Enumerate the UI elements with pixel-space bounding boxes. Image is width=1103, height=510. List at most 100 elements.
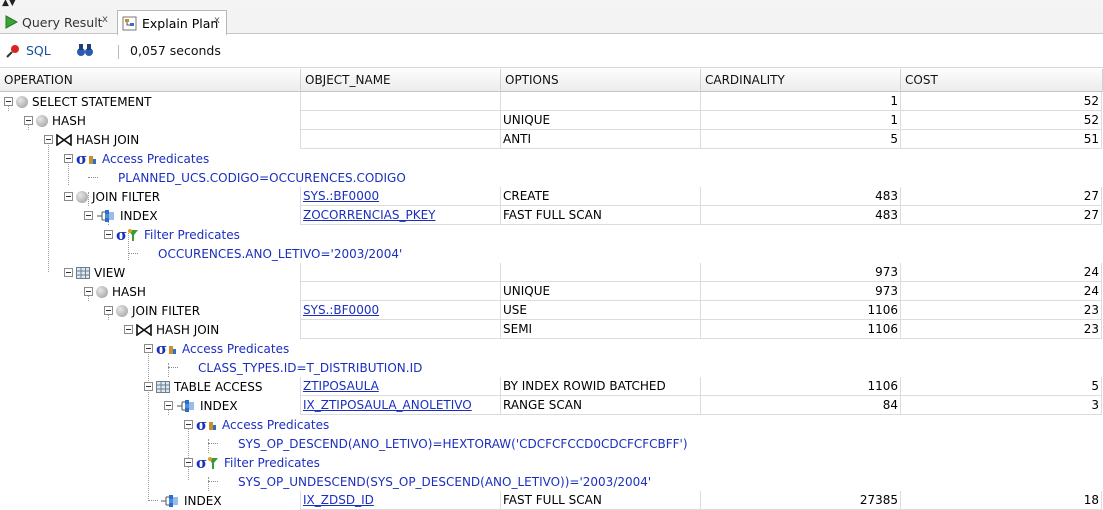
column-header-object-name[interactable]: OBJECT_NAME [301, 69, 501, 92]
object-name-cell [300, 320, 501, 339]
predicate-expression: SYS_OP_UNDESCEND(SYS_OP_DESCEND(ANO_LETI… [238, 474, 652, 489]
access-predicates-icon: σ [76, 152, 96, 166]
column-header-row: OPERATION OBJECT_NAME OPTIONS CARDINALIT… [0, 69, 1103, 92]
tree-connector [168, 367, 178, 368]
table-row[interactable]: JOIN FILTER SYS.:BF0000 USE 1106 23 [0, 301, 1103, 320]
collapse-toggle-icon[interactable] [64, 192, 73, 201]
tree-connector [208, 481, 218, 482]
explain-plan-icon [122, 16, 137, 30]
table-row[interactable]: σ Filter Predicates [0, 225, 1103, 244]
top-strip: ▲▼ [0, 0, 1103, 10]
collapse-toggle-icon[interactable] [64, 268, 73, 277]
tab-close-icon[interactable]: x [102, 14, 108, 25]
operation-label: HASH [52, 113, 86, 128]
tab-query-result[interactable]: Query Result x [0, 10, 116, 34]
object-link[interactable]: ZOCORRENCIAS_PKEY [303, 208, 436, 222]
collapse-toggle-icon[interactable] [124, 325, 133, 334]
table-row[interactable]: OCCURENCES.ANO_LETIVO='2003/2004' [0, 244, 1103, 263]
table-row[interactable]: σ Access Predicates [0, 339, 1103, 358]
collapse-toggle-icon[interactable] [184, 458, 193, 467]
table-row[interactable]: σ Access Predicates [0, 415, 1103, 434]
tree-connector [88, 177, 98, 178]
operation-cell: HASH JOIN [124, 320, 219, 339]
collapse-toggle-icon[interactable] [4, 97, 13, 106]
table-row[interactable]: SELECT STATEMENT 1 52 [0, 92, 1103, 111]
collapse-toggle-icon[interactable] [84, 211, 93, 220]
toolbar: SQL 0,057 seconds [0, 35, 1103, 68]
table-row[interactable]: HASH JOIN SEMI 1106 23 [0, 320, 1103, 339]
object-link[interactable]: ZTIPOSAULA [303, 379, 379, 393]
collapse-toggle-icon[interactable] [144, 344, 153, 353]
predicate-label: Access Predicates [222, 417, 330, 432]
object-link[interactable]: IX_ZTIPOSAULA_ANOLETIVO [303, 398, 472, 412]
elapsed-time-text: 0,057 seconds [130, 43, 221, 58]
options-cell: CREATE [501, 187, 701, 206]
table-row[interactable]: SYS_OP_UNDESCEND(SYS_OP_DESCEND(ANO_LETI… [0, 472, 1103, 491]
object-name-cell [300, 92, 501, 111]
cost-cell: 52 [901, 111, 1102, 130]
cardinality-cell: 1 [701, 111, 901, 130]
object-name-cell [300, 282, 501, 301]
collapse-toggle-icon[interactable] [84, 287, 93, 296]
predicate-expression: PLANNED_UCS.CODIGO=OCCURENCES.CODIGO [118, 170, 406, 185]
options-cell [501, 263, 701, 282]
collapse-toggle-icon[interactable] [164, 401, 173, 410]
options-cell: UNIQUE [501, 282, 701, 301]
operation-cell: JOIN FILTER [64, 187, 160, 206]
column-header-operation[interactable]: OPERATION [0, 69, 301, 92]
table-row[interactable]: JOIN FILTER SYS.:BF0000 CREATE 483 27 [0, 187, 1103, 206]
collapse-toggle-icon[interactable] [104, 306, 113, 315]
collapse-toggle-icon[interactable] [24, 116, 33, 125]
predicate-expression: SYS_OP_DESCEND(ANO_LETIVO)=HEXTORAW('CDC… [238, 436, 688, 451]
sql-button[interactable]: SQL [6, 43, 51, 58]
operation-cell: JOIN FILTER [104, 301, 200, 320]
table-row[interactable]: SYS_OP_DESCEND(ANO_LETIVO)=HEXTORAW('CDC… [0, 434, 1103, 453]
operation-icon [96, 285, 108, 298]
elapsed-time: 0,057 seconds [130, 43, 221, 58]
table-row[interactable]: σ Filter Predicates [0, 453, 1103, 472]
tree-connector [208, 443, 218, 444]
table-row[interactable]: σ Access Predicates [0, 149, 1103, 168]
collapse-arrows-icon[interactable]: ▲▼ [2, 0, 16, 8]
table-row[interactable]: HASH UNIQUE 973 24 [0, 282, 1103, 301]
index-icon [177, 399, 194, 412]
table-row[interactable]: TABLE ACCESS ZTIPOSAULA BY INDEX ROWID B… [0, 377, 1103, 396]
tab-close-icon[interactable]: x [214, 15, 220, 26]
operation-label: JOIN FILTER [132, 303, 201, 318]
view-table-icon [76, 266, 90, 279]
column-header-cardinality[interactable]: CARDINALITY [701, 69, 901, 92]
collapse-toggle-icon[interactable] [64, 154, 73, 163]
table-row[interactable]: INDEX IX_ZDSD_ID FAST FULL SCAN 27385 18 [0, 491, 1103, 510]
object-name-cell: IX_ZTIPOSAULA_ANOLETIVO [300, 396, 501, 415]
collapse-toggle-icon[interactable] [184, 420, 193, 429]
column-header-options[interactable]: OPTIONS [501, 69, 701, 92]
cost-cell: 24 [901, 263, 1102, 282]
operation-cell: σ Access Predicates [184, 415, 329, 434]
collapse-toggle-icon[interactable] [144, 382, 153, 391]
object-link[interactable]: SYS.:BF0000 [303, 303, 379, 317]
table-row[interactable]: HASH JOIN ANTI 5 51 [0, 130, 1103, 149]
index-icon [161, 494, 178, 507]
options-cell: ANTI [501, 130, 701, 149]
collapse-toggle-icon[interactable] [44, 135, 53, 144]
operation-label: SELECT STATEMENT [32, 94, 152, 109]
object-name-cell [300, 111, 501, 130]
operation-cell: VIEW [64, 263, 125, 282]
object-link[interactable]: IX_ZDSD_ID [303, 493, 374, 507]
find-button[interactable] [76, 43, 94, 57]
tab-explain-plan[interactable]: Explain Plan x [117, 10, 227, 35]
table-row[interactable]: HASH UNIQUE 1 52 [0, 111, 1103, 130]
cardinality-cell: 483 [701, 187, 901, 206]
collapse-toggle-icon[interactable] [104, 230, 113, 239]
table-row[interactable]: INDEX ZOCORRENCIAS_PKEY FAST FULL SCAN 4… [0, 206, 1103, 225]
predicate-expression: CLASS_TYPES.ID=T_DISTRIBUTION.ID [198, 360, 423, 375]
cardinality-cell: 973 [701, 282, 901, 301]
column-header-cost[interactable]: COST [901, 69, 1103, 92]
table-row[interactable]: INDEX IX_ZTIPOSAULA_ANOLETIVO RANGE SCAN… [0, 396, 1103, 415]
table-row[interactable]: CLASS_TYPES.ID=T_DISTRIBUTION.ID [0, 358, 1103, 377]
operation-cell: SELECT STATEMENT [4, 92, 151, 111]
table-row[interactable]: PLANNED_UCS.CODIGO=OCCURENCES.CODIGO [0, 168, 1103, 187]
object-link[interactable]: SYS.:BF0000 [303, 189, 379, 203]
operation-cell: HASH [24, 111, 86, 130]
table-row[interactable]: VIEW 973 24 [0, 263, 1103, 282]
